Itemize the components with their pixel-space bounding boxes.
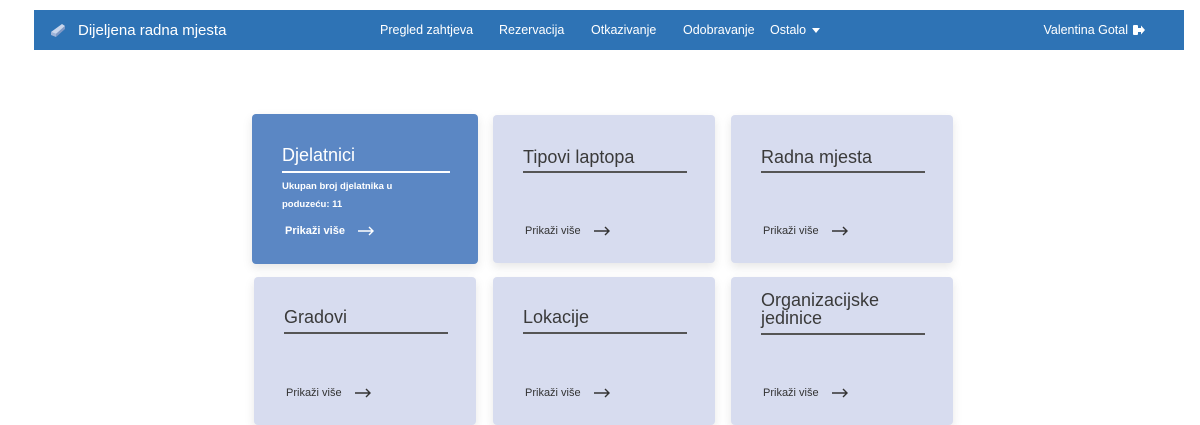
show-more-label: Prikaži više xyxy=(525,387,581,399)
caret-down-icon xyxy=(812,28,821,34)
brand-title: Dijeljena radna mjesta xyxy=(78,21,227,39)
card-title: Gradovi xyxy=(284,307,348,327)
nav-rezervacija[interactable]: Rezervacija xyxy=(499,10,564,50)
show-more-label: Prikaži više xyxy=(525,225,581,237)
show-more-link[interactable]: Prikaži više xyxy=(763,225,849,237)
card-djelatnici[interactable]: Djelatnici Ukupan broj djelatnika u podu… xyxy=(252,114,478,264)
arrow-right-icon xyxy=(831,226,848,236)
arrow-right-icon xyxy=(354,388,371,398)
card-lokacije[interactable]: Lokacije Prikaži više xyxy=(493,277,715,425)
show-more-label: Prikaži više xyxy=(286,387,342,399)
card-title: Lokacije xyxy=(523,307,590,327)
arrow-right-icon xyxy=(593,226,610,236)
show-more-link[interactable]: Prikaži više xyxy=(763,387,849,399)
card-tipovi-laptopa[interactable]: Tipovi laptopa Prikaži više xyxy=(493,115,715,263)
user-name[interactable]: Valentina Gotal xyxy=(1043,10,1128,50)
brand[interactable]: Dijeljena radna mjesta xyxy=(48,10,226,50)
card-organizacijske-jedinice[interactable]: Organizacijske jedinice Prikaži više xyxy=(731,277,953,425)
show-more-link[interactable]: Prikaži više xyxy=(525,387,611,399)
arrow-right-icon xyxy=(357,226,374,236)
card-title: Tipovi laptopa xyxy=(523,147,635,167)
show-more-label: Prikaži više xyxy=(763,225,819,237)
card-divider xyxy=(523,332,687,334)
card-divider xyxy=(761,333,925,335)
nav-odobravanje[interactable]: Odobravanje xyxy=(683,10,755,50)
nav-pregled-zahtjeva[interactable]: Pregled zahtjeva xyxy=(380,10,473,50)
top-navbar: Dijeljena radna mjesta Pregled zahtjeva … xyxy=(34,10,1184,50)
nav-otkazivanje[interactable]: Otkazivanje xyxy=(591,10,656,50)
card-gradovi[interactable]: Gradovi Prikaži više xyxy=(254,277,476,425)
logout-icon[interactable] xyxy=(1132,23,1146,37)
card-divider xyxy=(284,332,448,334)
show-more-link[interactable]: Prikaži više xyxy=(285,225,375,237)
nav-ostalo-label: Ostalo xyxy=(770,23,807,37)
show-more-link[interactable]: Prikaži više xyxy=(286,387,372,399)
show-more-label: Prikaži više xyxy=(285,225,345,237)
card-title: Radna mjesta xyxy=(761,147,873,167)
card-divider xyxy=(761,171,925,173)
show-more-link[interactable]: Prikaži više xyxy=(525,225,611,237)
chair-icon xyxy=(51,24,65,37)
card-divider xyxy=(282,171,450,173)
card-divider xyxy=(523,171,687,173)
card-title: Organizacijske jedinice xyxy=(761,290,880,328)
show-more-label: Prikaži više xyxy=(763,387,819,399)
arrow-right-icon xyxy=(831,388,848,398)
card-title: Djelatnici xyxy=(282,145,356,165)
arrow-right-icon xyxy=(593,388,610,398)
card-radna-mjesta[interactable]: Radna mjesta Prikaži više xyxy=(731,115,953,263)
nav-ostalo-dropdown[interactable]: Ostalo xyxy=(770,10,821,50)
card-description: Ukupan broj djelatnika u poduzeću: 11 xyxy=(282,181,393,210)
